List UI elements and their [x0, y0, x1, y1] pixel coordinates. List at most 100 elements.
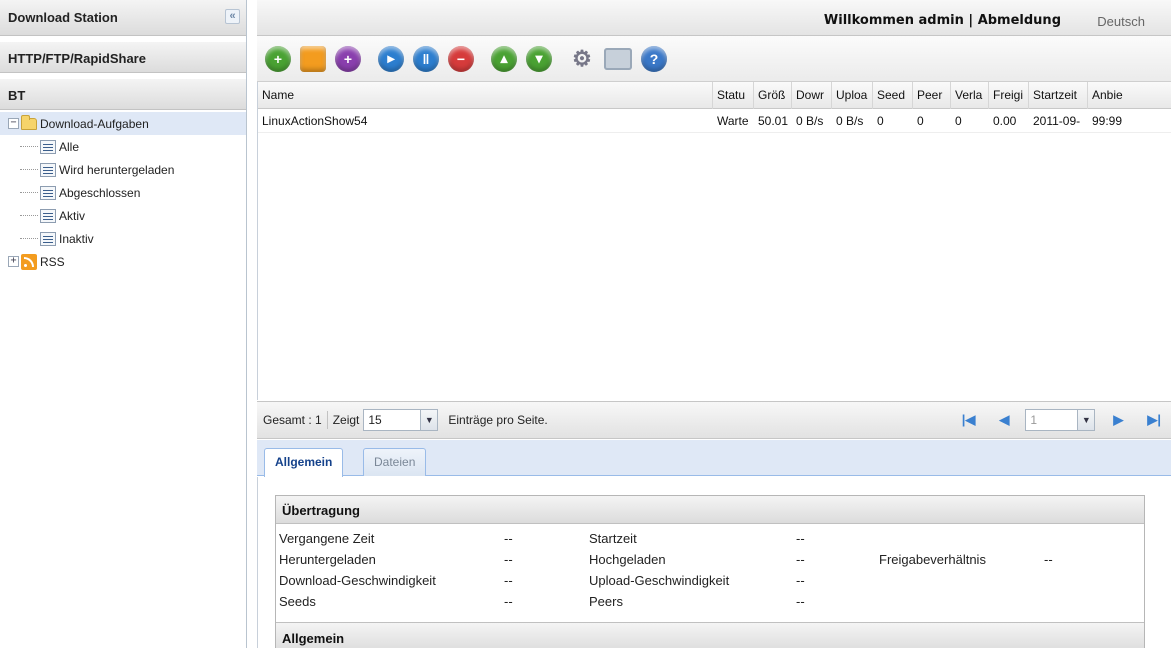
move-up-icon[interactable]: ▴ — [491, 45, 517, 72]
welcome-text: Willkommen admin | Abmeldung — [824, 13, 1061, 28]
task-table: Name Statu Größ Dowr Uploa Seed Peer Ver… — [257, 82, 1171, 400]
column-header-ratio[interactable]: Freigi — [989, 82, 1029, 109]
cell-provider: 99:99 — [1092, 114, 1123, 128]
add-icon[interactable]: + — [265, 45, 291, 72]
table-row[interactable]: LinuxActionShow54 Warte 50.01 0 B/s 0 B/… — [258, 109, 1171, 133]
section-http-label: HTTP/FTP/RapidShare — [8, 51, 146, 66]
section-bt[interactable]: BT — [0, 79, 246, 110]
per-page-select[interactable]: 15 ▼ — [363, 409, 439, 431]
logout-link[interactable]: Abmeldung — [978, 13, 1061, 28]
ratio-label: Freigabeverhältnis — [879, 552, 986, 567]
rss-add-icon[interactable] — [300, 45, 326, 72]
list-icon — [40, 231, 56, 246]
transfer-section-title: Übertragung — [276, 496, 1144, 524]
page-value: 1 — [1030, 413, 1038, 427]
cell-download: 0 B/s — [796, 114, 824, 128]
starttime-value: -- — [796, 531, 805, 546]
top-bar: Willkommen admin | Abmeldung Deutsch — [257, 0, 1171, 36]
cell-starttime: 2011-09- — [1033, 114, 1081, 128]
tree-item-alle[interactable]: Alle — [0, 135, 246, 158]
cell-seed: 0 — [877, 114, 884, 128]
chevron-down-icon[interactable]: ▼ — [420, 410, 438, 430]
welcome-label: Willkommen admin — [823, 13, 964, 28]
download-speed-value: -- — [504, 573, 513, 588]
welcome-separator: | — [968, 13, 974, 28]
column-header-seed[interactable]: Seed — [873, 82, 913, 109]
downloaded-label: Heruntergeladen — [279, 552, 376, 567]
tree-item-label: Download-Aufgaben — [40, 116, 149, 131]
tab-general[interactable]: Allgemein — [264, 448, 344, 477]
monitor-icon[interactable] — [604, 47, 632, 70]
elapsed-value: -- — [504, 531, 513, 546]
tree-item-label: Wird heruntergeladen — [59, 162, 175, 177]
section-bt-label: BT — [8, 88, 26, 103]
tree-item-rss[interactable]: + RSS — [0, 250, 246, 273]
section-http-ftp-rapidshare[interactable]: HTTP/FTP/RapidShare — [0, 42, 246, 73]
cell-ratio: 0.00 — [993, 114, 1017, 128]
upload-speed-value: -- — [796, 573, 805, 588]
column-header-download[interactable]: Dowr — [792, 82, 832, 109]
uploaded-label: Hochgeladen — [589, 552, 666, 567]
cell-peer: 0 — [917, 114, 924, 128]
column-header-provider[interactable]: Anbie — [1088, 82, 1132, 109]
collapse-node-icon[interactable]: − — [8, 118, 19, 129]
total-count: Gesamt : 1 — [263, 413, 322, 427]
cell-size: 50.01 — [758, 114, 789, 128]
help-icon[interactable]: ? — [641, 45, 667, 72]
column-header-status[interactable]: Statu — [713, 82, 754, 109]
detail-tabs: Allgemein Dateien — [257, 440, 1171, 477]
pause-icon[interactable]: ‖ — [413, 45, 439, 72]
ratio-value: -- — [1044, 552, 1053, 567]
cell-name: LinuxActionShow54 — [262, 114, 368, 128]
task-tree: − Download-Aufgaben Alle Wird herunterge… — [0, 110, 246, 273]
add-task-icon[interactable]: + — [335, 45, 361, 72]
column-header-starttime[interactable]: Startzeit — [1029, 82, 1088, 109]
column-header-peer[interactable]: Peer — [913, 82, 951, 109]
collapse-sidebar-icon[interactable]: « — [225, 9, 240, 24]
tree-item-abgeschlossen[interactable]: Abgeschlossen — [0, 181, 246, 204]
show-label: Zeigt — [332, 413, 360, 427]
main-panel: Willkommen admin | Abmeldung Deutsch + +… — [257, 0, 1171, 648]
download-speed-label: Download-Geschwindigkeit — [279, 573, 436, 588]
pagination-bar: Gesamt : 1 Zeigt 15 ▼ Einträge pro Seite… — [257, 401, 1171, 439]
list-icon — [40, 162, 56, 177]
elapsed-label: Vergangene Zeit — [279, 531, 375, 546]
rss-icon — [21, 253, 37, 270]
tree-item-inaktiv[interactable]: Inaktiv — [0, 227, 246, 250]
column-header-name[interactable]: Name — [258, 82, 713, 109]
per-page-value: 15 — [368, 413, 382, 427]
list-icon — [40, 185, 56, 200]
last-page-icon[interactable]: ▶| — [1147, 412, 1161, 428]
peers-label: Peers — [589, 594, 623, 609]
next-page-icon[interactable]: ▶ — [1113, 412, 1123, 428]
move-down-icon[interactable]: ▾ — [526, 45, 552, 72]
cell-status: Warte — [717, 114, 749, 128]
tab-files[interactable]: Dateien — [363, 448, 427, 476]
cell-elapsed: 0 — [955, 114, 962, 128]
page-select[interactable]: 1 ▼ — [1025, 409, 1096, 431]
list-icon — [40, 208, 56, 223]
detail-panel: Übertragung Vergangene Zeit -- Startzeit… — [257, 477, 1171, 648]
sidebar-title: Download Station « — [0, 0, 246, 36]
tree-item-wird-heruntergeladen[interactable]: Wird heruntergeladen — [0, 158, 246, 181]
folder-icon — [21, 114, 37, 130]
sidebar-title-label: Download Station — [8, 10, 118, 25]
column-header-elapsed[interactable]: Verla — [951, 82, 989, 109]
resume-icon[interactable]: ▸ — [378, 45, 404, 72]
expand-node-icon[interactable]: + — [8, 256, 19, 267]
column-header-upload[interactable]: Uploa — [832, 82, 873, 109]
settings-icon[interactable]: ⚙ — [569, 46, 595, 72]
sidebar: Download Station « HTTP/FTP/RapidShare B… — [0, 0, 247, 648]
downloaded-value: -- — [504, 552, 513, 567]
tree-item-download-aufgaben[interactable]: − Download-Aufgaben — [0, 112, 246, 135]
tree-item-aktiv[interactable]: Aktiv — [0, 204, 246, 227]
previous-page-icon[interactable]: ◀ — [999, 412, 1009, 428]
stop-icon[interactable]: − — [448, 45, 474, 72]
language-link[interactable]: Deutsch — [1097, 14, 1145, 29]
chevron-down-icon[interactable]: ▼ — [1077, 410, 1095, 430]
seeds-value: -- — [504, 594, 513, 609]
column-header-size[interactable]: Größ — [754, 82, 792, 109]
starttime-label: Startzeit — [589, 531, 637, 546]
first-page-icon[interactable]: |◀ — [962, 412, 976, 428]
toolbar: + + ▸ ‖ − ▴ ▾ ⚙ ? — [257, 36, 1171, 82]
